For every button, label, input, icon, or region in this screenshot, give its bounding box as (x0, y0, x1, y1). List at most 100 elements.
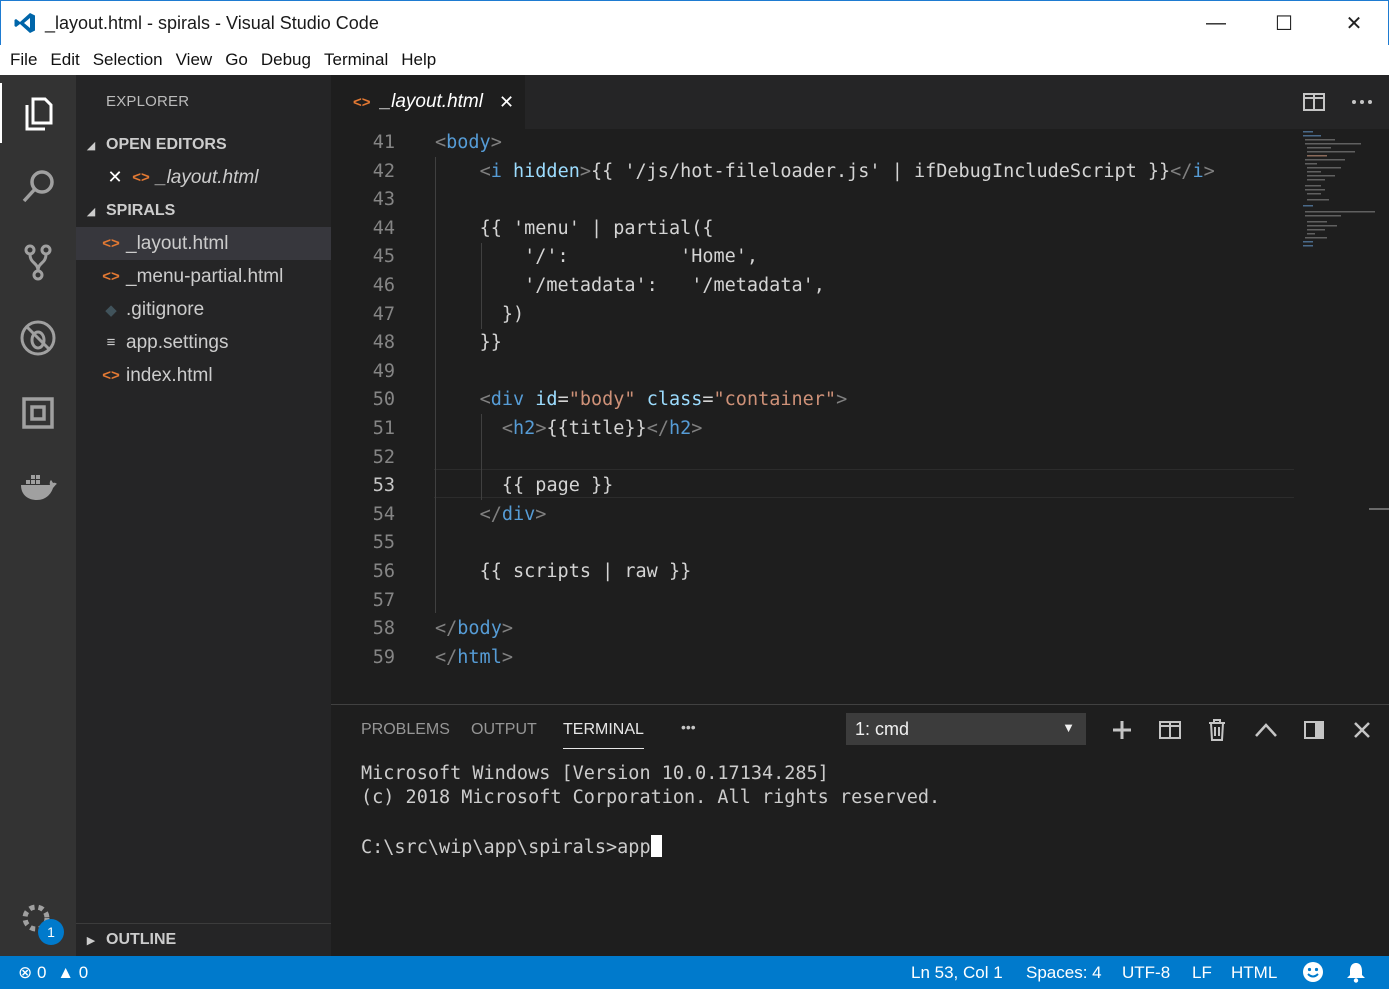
menu-file[interactable]: File (4, 50, 43, 70)
code-line[interactable]: 41 <body> (331, 129, 1331, 158)
encoding-status[interactable]: UTF-8 (1122, 963, 1170, 983)
explorer-sidebar: EXPLORER ◢ OPEN EDITORS ✕ <> _layout.htm… (76, 75, 331, 956)
menu-view[interactable]: View (170, 50, 219, 70)
menu-edit[interactable]: Edit (44, 50, 85, 70)
code-text: {{ 'menu' | partial({ (480, 215, 714, 244)
code-text: <body> (435, 129, 502, 158)
code-text: </div> (480, 501, 547, 530)
menu-selection[interactable]: Selection (87, 50, 169, 70)
line-number: 48 (372, 332, 395, 354)
activity-bar (0, 75, 76, 956)
toggle-panel-position-icon[interactable] (1301, 717, 1327, 743)
new-terminal-icon[interactable] (1109, 717, 1135, 743)
code-text: '/metadata': '/metadata', (480, 272, 825, 301)
file-item-layout[interactable]: <> _layout.html (76, 227, 331, 260)
code-line[interactable]: 42 <i hidden>{{ '/js/hot-fileloader.js' |… (331, 158, 1331, 187)
feedback-smiley-icon[interactable] (1302, 961, 1324, 988)
panel-more-icon[interactable]: ••• (681, 719, 696, 735)
tab-layout-html[interactable]: <> _layout.html ✕ (331, 75, 525, 129)
extensions-icon[interactable] (0, 383, 76, 443)
code-line[interactable]: 44 {{ 'menu' | partial({ (331, 215, 1331, 244)
more-actions-icon[interactable] (1349, 90, 1375, 114)
code-token: = (702, 389, 714, 411)
minimize-button[interactable]: — (1181, 1, 1251, 45)
code-token: {{ '/js/hot-fileloader.js' | ifDebugIncl… (590, 160, 1171, 182)
code-line[interactable]: 55 (331, 529, 1331, 558)
trash-icon[interactable] (1204, 717, 1230, 743)
split-terminal-icon[interactable] (1157, 717, 1183, 743)
close-icon[interactable]: ✕ (104, 167, 126, 188)
file-item-app-settings[interactable]: ≡ app.settings (76, 326, 331, 359)
code-line[interactable]: 46 '/metadata': '/metadata', (331, 272, 1331, 301)
line-number: 56 (372, 561, 395, 582)
code-token: > (535, 503, 547, 525)
code-editor[interactable]: 41 <body> 42 <i hidden>{{ '/js/hot-fileload… (331, 129, 1389, 704)
open-editor-item[interactable]: ✕ <> _layout.html (76, 161, 331, 194)
code-line[interactable]: 57 (331, 587, 1331, 616)
notifications-bell-icon[interactable] (1346, 961, 1366, 988)
debug-icon[interactable] (0, 308, 76, 368)
chevron-up-icon[interactable] (1253, 717, 1279, 743)
code-token: body (446, 132, 491, 153)
tab-problems[interactable]: PROBLEMS (361, 721, 450, 739)
tab-output[interactable]: OUTPUT (471, 721, 537, 739)
terminal-prompt-line[interactable]: C:\src\wip\app\spirals>app (361, 835, 662, 858)
line-number: 50 (372, 389, 395, 411)
code-line[interactable]: 58 </body> (331, 615, 1331, 644)
spirals-folder-header[interactable]: ◢ SPIRALS (76, 195, 331, 227)
problems-status[interactable]: ⊗ 0 ▲ 0 (18, 963, 88, 983)
search-icon[interactable] (0, 157, 76, 217)
code-token: </ (435, 646, 458, 668)
terminal-select[interactable]: 1: cmd ▼ (846, 713, 1086, 745)
code-text: {{ page }} (502, 472, 613, 501)
close-icon[interactable]: ✕ (499, 92, 514, 113)
close-window-button[interactable]: ✕ (1319, 1, 1389, 45)
docker-icon[interactable] (0, 458, 76, 518)
code-line[interactable]: 52 (331, 444, 1331, 473)
language-mode[interactable]: HTML (1231, 963, 1277, 983)
split-editor-icon[interactable] (1301, 90, 1327, 114)
menu-go[interactable]: Go (219, 50, 254, 70)
code-token: div (501, 503, 536, 525)
scrollbar-marker[interactable] (1369, 508, 1389, 510)
code-line[interactable]: 54 </div> (331, 501, 1331, 530)
line-number: 42 (372, 160, 395, 182)
tab-terminal[interactable]: TERMINAL (563, 721, 644, 749)
maximize-button[interactable]: ☐ (1249, 1, 1319, 45)
code-line[interactable]: 53 {{ page }} (331, 472, 1331, 501)
code-line[interactable]: 59 </html> (331, 644, 1331, 673)
code-line[interactable]: 48}} (331, 329, 1331, 358)
file-item-gitignore[interactable]: ◆ .gitignore (76, 293, 331, 326)
file-item-index[interactable]: <> index.html (76, 359, 331, 392)
editor-tab-bar: <> _layout.html ✕ (331, 75, 1389, 129)
indentation-status[interactable]: Spaces: 4 (1026, 963, 1102, 983)
window-title: _layout.html - spirals - Visual Studio C… (45, 13, 379, 33)
eol-status[interactable]: LF (1192, 963, 1212, 983)
code-line[interactable]: 51 <h2>{{title}}</h2> (331, 415, 1331, 444)
cursor-position[interactable]: Ln 53, Col 1 (911, 963, 1003, 983)
code-line[interactable]: 50 <div id="body" class="container"> (331, 386, 1331, 415)
code-token: </ (1170, 160, 1193, 182)
line-number: 53 (372, 475, 395, 497)
code-token: '/': 'Home', (479, 246, 759, 268)
file-item-menu-partial[interactable]: <> _menu-partial.html (76, 260, 331, 293)
code-line[interactable]: 49 (331, 358, 1331, 387)
explorer-icon[interactable] (0, 83, 76, 143)
code-text: </body> (435, 615, 513, 644)
open-editors-header[interactable]: ◢ OPEN EDITORS (76, 129, 331, 161)
close-panel-icon[interactable] (1349, 717, 1375, 743)
source-control-icon[interactable] (0, 232, 76, 292)
minimap[interactable] (1297, 129, 1377, 259)
settings-gear-icon[interactable] (0, 888, 76, 948)
code-line[interactable]: 56 {{ scripts | raw }} (331, 558, 1331, 587)
code-line[interactable]: 43 (331, 186, 1331, 215)
line-number: 52 (372, 446, 395, 468)
menu-terminal[interactable]: Terminal (318, 50, 394, 70)
menu-help[interactable]: Help (395, 50, 442, 70)
outline-header[interactable]: ▶ OUTLINE (76, 923, 331, 956)
code-token: </ (646, 418, 669, 439)
code-line[interactable]: 45 '/': 'Home', (331, 243, 1331, 272)
terminal-prompt: C:\src\wip\app\spirals>app (361, 837, 651, 858)
menu-debug[interactable]: Debug (255, 50, 317, 70)
code-line[interactable]: 47 }) (331, 301, 1331, 330)
